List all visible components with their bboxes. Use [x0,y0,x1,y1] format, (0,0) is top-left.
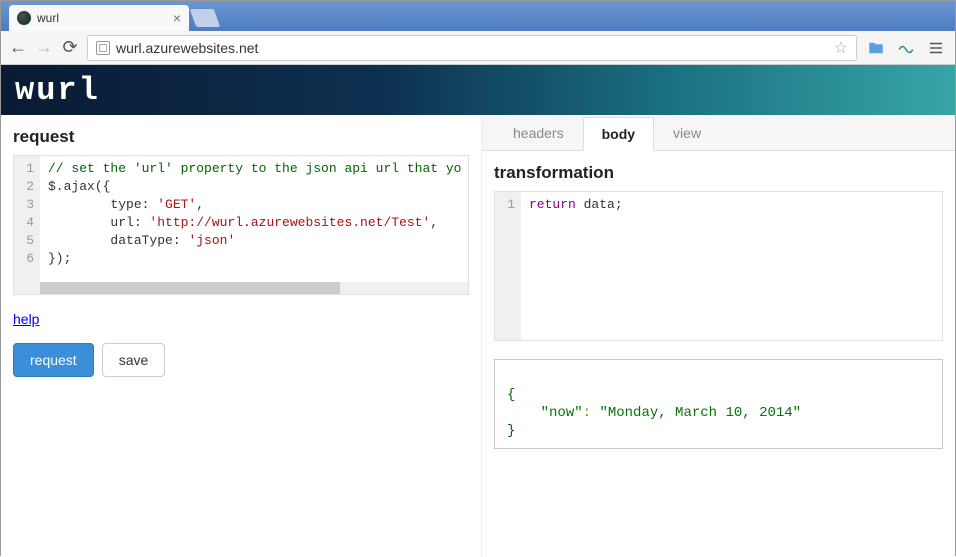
line-gutter: 1 [495,192,521,340]
forward-button[interactable]: → [35,39,53,57]
close-icon[interactable]: × [173,10,181,26]
response-pane: headers body view transformation 1 retur… [481,115,955,557]
json-colon: : [583,405,600,421]
browser-tab-strip: wurl × [1,1,955,31]
browser-tab[interactable]: wurl × [9,5,189,31]
tab-body[interactable]: body [583,117,654,151]
code-area[interactable]: // set the 'url' property to the json ap… [40,156,469,294]
reload-button[interactable]: ⟳ [61,39,79,57]
transformation-editor[interactable]: 1 return data; [494,191,943,341]
json-brace: } [507,423,515,439]
save-button[interactable]: save [102,343,166,377]
tab-view[interactable]: view [654,116,720,150]
transformation-title: transformation [494,163,943,183]
line-gutter: 123456 [14,156,40,294]
request-pane: request 123456 // set the 'url' property… [1,115,481,557]
tab-headers[interactable]: headers [494,116,583,150]
app-logo: wurl [15,72,100,109]
response-tabs: headers body view [482,115,955,151]
bookmark-star-icon[interactable]: ☆ [834,38,848,58]
url-text: wurl.azurewebsites.net [116,40,828,56]
wave-icon[interactable] [895,37,917,59]
request-editor[interactable]: 123456 // set the 'url' property to the … [13,155,469,295]
new-tab-button[interactable] [190,9,221,27]
response-output: { "now": "Monday, March 10, 2014" } [494,359,943,449]
code-area[interactable]: return data; [521,192,942,340]
button-row: request save [13,343,469,377]
address-bar[interactable]: wurl.azurewebsites.net ☆ [87,35,857,61]
help-link[interactable]: help [13,311,39,327]
tab-title: wurl [37,11,59,25]
page-icon [96,41,110,55]
json-brace: { [507,387,515,403]
app-header: wurl [1,65,955,115]
json-key: "now" [541,405,583,421]
request-title: request [13,127,469,147]
json-value: "Monday, March 10, 2014" [599,405,801,421]
main-content: request 123456 // set the 'url' property… [1,115,955,557]
favicon-icon [17,11,31,25]
folder-icon[interactable] [865,37,887,59]
menu-icon[interactable] [925,37,947,59]
back-button[interactable]: ← [9,39,27,57]
browser-toolbar: ← → ⟳ wurl.azurewebsites.net ☆ [1,31,955,65]
scroll-thumb[interactable] [40,282,340,294]
request-button[interactable]: request [13,343,94,377]
horizontal-scrollbar[interactable] [40,282,468,294]
